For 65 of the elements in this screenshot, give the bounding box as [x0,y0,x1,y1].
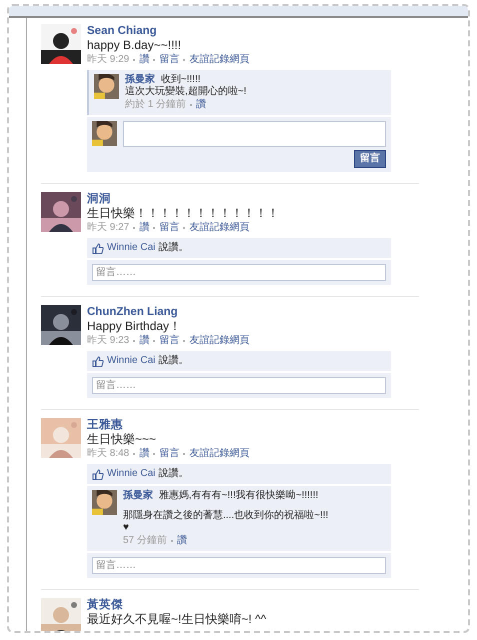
separator-dot [153,340,156,342]
separator-dot [153,226,156,228]
comment-author-link[interactable]: 孫曼家 [123,490,153,501]
action-link[interactable]: 留言 [159,53,180,66]
action-link[interactable]: 友誼記錄網頁 [189,221,250,234]
separator-dot [183,340,186,342]
likes-text: 說讚。 [158,355,188,367]
comment-field[interactable]: 留言…… [92,377,386,394]
separator-dot [133,452,136,454]
comment-field[interactable]: 留言…… [92,264,386,281]
action-link[interactable]: 留言 [159,447,180,460]
action-link[interactable]: 讚 [139,53,150,66]
thumbs-up-icon [92,242,104,254]
comment-text: 這次大玩變裝,超開心的啦~! [125,86,248,98]
author-link[interactable]: Sean Chiang [87,24,419,38]
likes-text: 說讚。 [158,242,188,254]
separator-dot [153,452,156,454]
liker-link[interactable]: Winnie Cai [107,355,156,367]
comment-time: 57 分鐘前 [123,534,167,547]
action-link[interactable]: 讚 [139,221,150,234]
like-link[interactable]: 讚 [196,98,206,111]
separator-dot [153,58,156,60]
author-link[interactable]: 黃英傑 [87,598,419,612]
separator-dot [190,104,192,106]
comment-author-link[interactable]: 孫曼家 [125,74,155,85]
author-link[interactable]: ChunZhen Liang [87,305,419,319]
separator-dot [183,226,186,228]
separator-dot [133,58,136,60]
comment-field[interactable] [123,121,386,147]
separator-dot [133,340,136,342]
comment-text: 雅惠媽,有有有~!!!我有很快樂呦~!!!!!! [158,490,318,501]
comment-text: 那隱身在讚之後的蓍慧....也收到你的祝福啦~!!! [123,510,330,522]
liker-link[interactable]: Winnie Cai [107,242,156,254]
separator-dot [183,452,186,454]
action-link[interactable]: 友誼記錄網頁 [189,447,250,460]
action-link[interactable]: 友誼記錄網頁 [189,334,250,347]
post-message: Happy Birthday！ [87,319,182,334]
likes-text: 說讚。 [158,468,188,480]
post-time: 昨天 9:27 [87,221,130,234]
post-time: 昨天 8:48 [87,447,130,460]
thumbs-up-icon [92,356,104,366]
separator-dot [170,540,173,542]
comment-text: ♥ [123,522,130,534]
separator-dot [133,226,136,228]
post-message: 最近好久不見喔~!生日快樂唷~! ^^ [87,612,268,627]
author-link[interactable]: 洞洞 [87,192,419,206]
like-link[interactable]: 讚 [176,534,187,547]
post-message: 生日快樂~~~ [87,432,158,447]
post-message: 生日快樂！！！！！！！！！！！！ [87,206,280,221]
liker-link[interactable]: Winnie Cai [107,468,156,480]
post-time: 昨天 9:29 [87,53,130,66]
post-time: 昨天 9:23 [87,334,130,347]
thumbs-up-icon [92,468,104,480]
action-link[interactable]: 讚 [139,334,150,347]
separator-dot [183,58,186,60]
post-message: happy B.day~~!!!! [87,38,182,53]
comment-field[interactable]: 留言…… [92,557,386,574]
action-link[interactable]: 留言 [159,334,180,347]
action-link[interactable]: 讚 [139,447,150,460]
comment-button[interactable]: 留言 [354,150,386,168]
action-link[interactable]: 友誼記錄網頁 [189,53,250,66]
comment-text: 收到~!!!!! [160,74,201,85]
action-link[interactable]: 留言 [159,221,180,234]
comment-time: 約於 1 分鐘前 [125,98,186,111]
author-link[interactable]: 王雅惠 [87,418,419,432]
